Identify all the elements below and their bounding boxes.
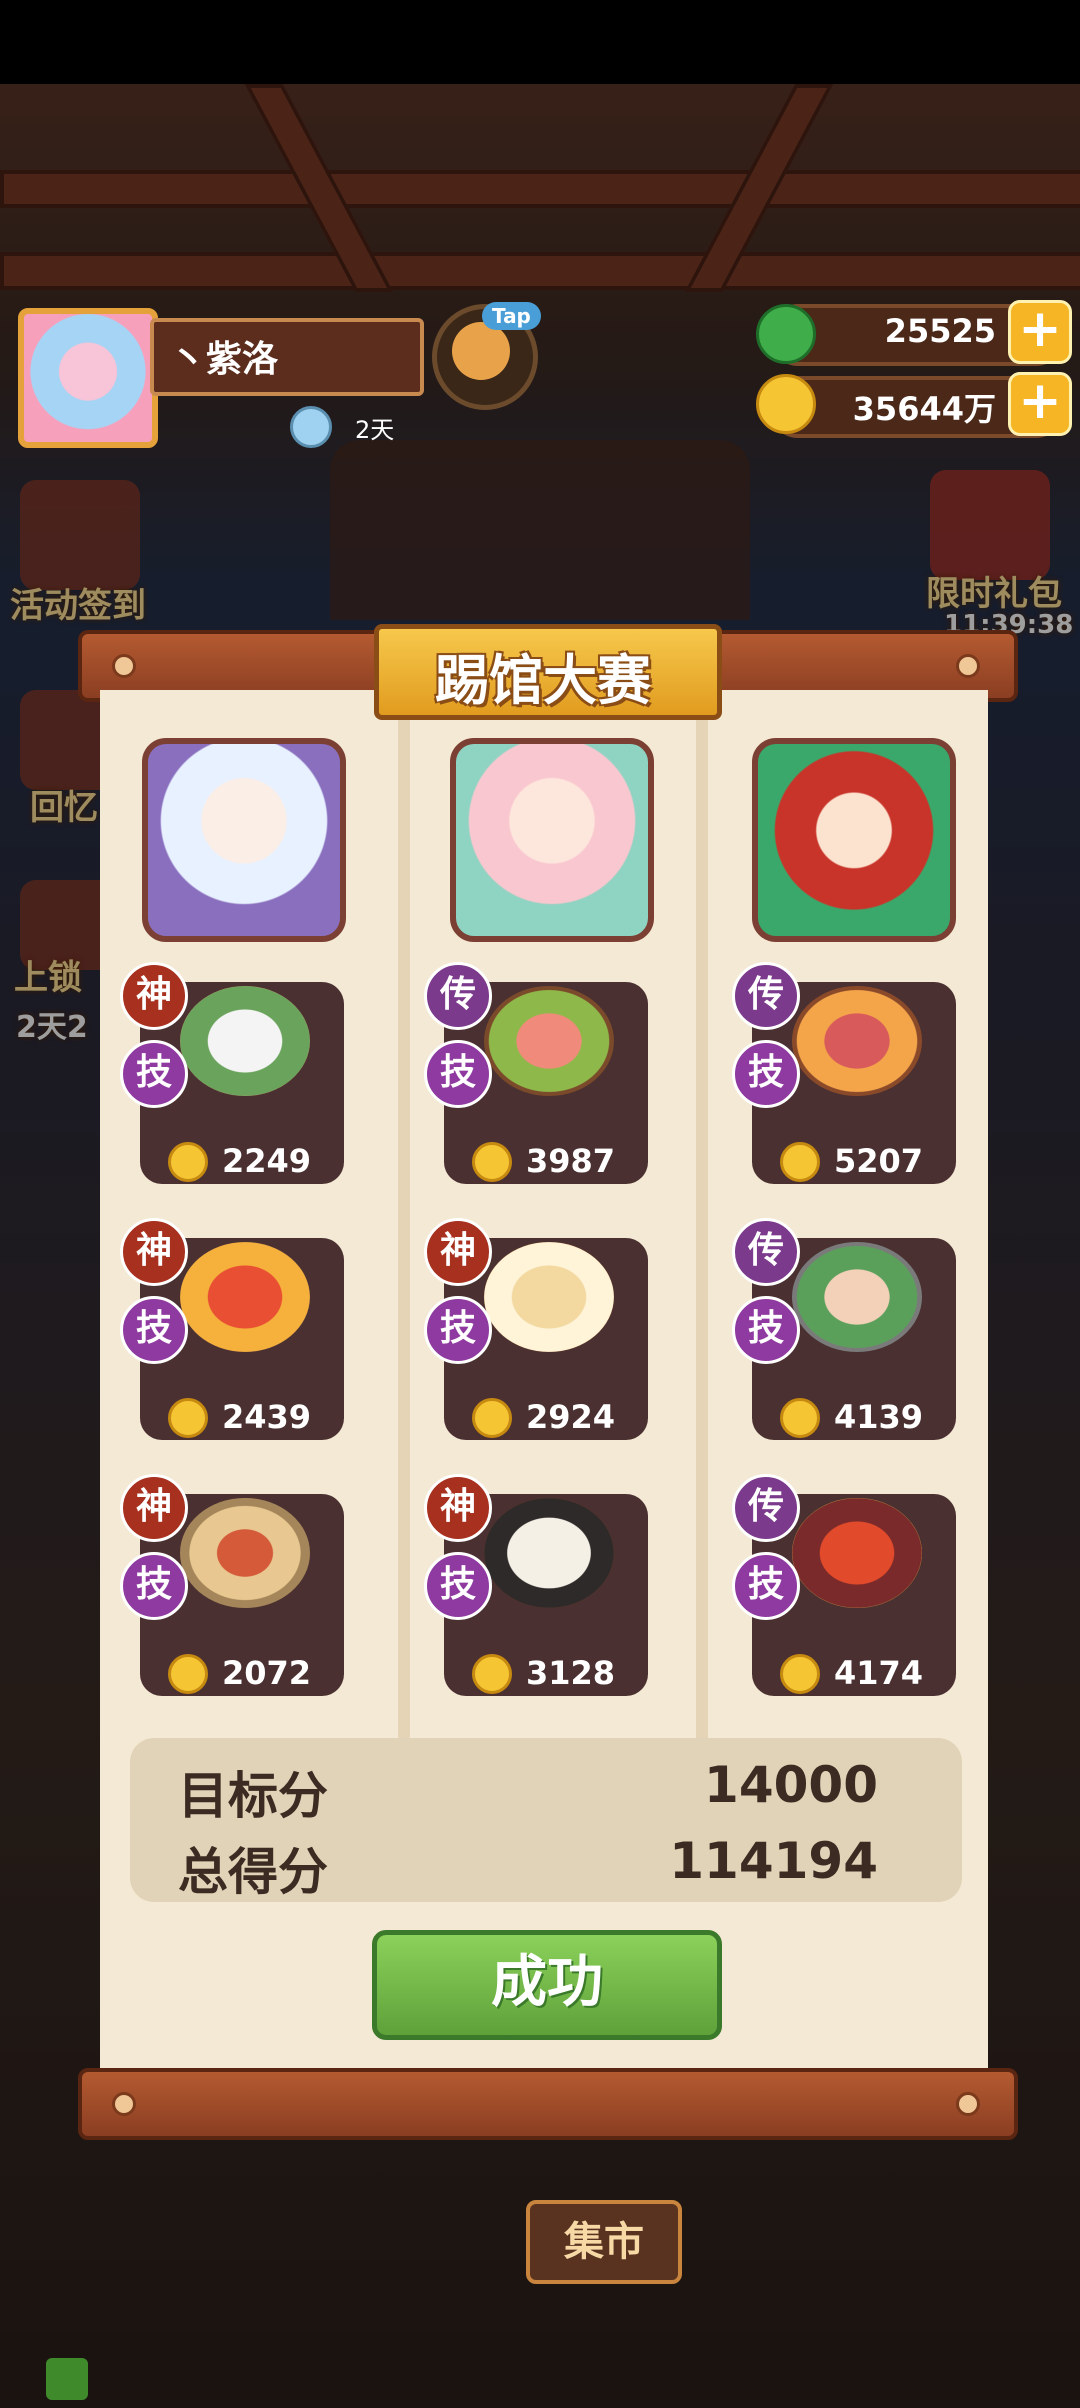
player-name: 丶紫洛 bbox=[170, 339, 279, 380]
skill-badge: 技 bbox=[120, 1552, 188, 1620]
dish-cost: 2249 bbox=[222, 1142, 312, 1180]
coin-icon bbox=[780, 1654, 820, 1694]
dish-image bbox=[484, 1498, 614, 1608]
add-jade-button[interactable]: + bbox=[1008, 300, 1072, 364]
dish-image bbox=[792, 1242, 922, 1352]
rank-badge: 神 bbox=[424, 1218, 492, 1286]
coin-icon bbox=[472, 1142, 512, 1182]
dish-image bbox=[484, 1242, 614, 1352]
rank-badge: 传 bbox=[732, 962, 800, 1030]
dish-cost: 4139 bbox=[834, 1398, 924, 1436]
scroll-knob bbox=[956, 2092, 980, 2116]
skill-badge: 技 bbox=[120, 1040, 188, 1108]
rank-badge: 神 bbox=[120, 962, 188, 1030]
skill-badge: 技 bbox=[732, 1296, 800, 1364]
dish-image bbox=[792, 1498, 922, 1608]
rank-badge: 神 bbox=[424, 1474, 492, 1542]
dish-cost: 2439 bbox=[222, 1398, 312, 1436]
total-score-label: 总得分 bbox=[178, 1843, 328, 1901]
dish-image bbox=[180, 986, 310, 1096]
dish-image bbox=[180, 1498, 310, 1608]
bottom-corner-icon[interactable] bbox=[46, 2358, 88, 2400]
rank-badge: 传 bbox=[732, 1474, 800, 1542]
scroll-bottom-rod bbox=[78, 2068, 1018, 2140]
rank-badge: 传 bbox=[424, 962, 492, 1030]
chef-portrait-1[interactable] bbox=[142, 738, 346, 942]
dish-cost: 4174 bbox=[834, 1654, 924, 1692]
coin-value: 35644万 bbox=[852, 390, 996, 428]
coin-icon bbox=[168, 1142, 208, 1182]
dish-image bbox=[792, 986, 922, 1096]
dish-cost: 5207 bbox=[834, 1142, 924, 1180]
login-days: 2天 bbox=[355, 416, 395, 444]
skill-badge: 技 bbox=[732, 1040, 800, 1108]
clock-icon bbox=[290, 406, 332, 448]
dish-image bbox=[484, 986, 614, 1096]
skill-badge: 技 bbox=[120, 1296, 188, 1364]
skill-badge: 技 bbox=[424, 1040, 492, 1108]
dish-image bbox=[180, 1242, 310, 1352]
coin-icon bbox=[780, 1142, 820, 1182]
scroll-knob bbox=[112, 654, 136, 678]
success-button[interactable]: 成功 bbox=[372, 1930, 722, 2040]
target-score-value: 14000 bbox=[704, 1756, 878, 1814]
jade-value: 25525 bbox=[884, 312, 996, 350]
column-divider bbox=[398, 710, 410, 1740]
add-coin-button[interactable]: + bbox=[1008, 372, 1072, 436]
tap-label: Tap bbox=[482, 302, 541, 330]
status-bar bbox=[0, 0, 1080, 84]
coin-icon bbox=[472, 1654, 512, 1694]
coin-icon bbox=[472, 1398, 512, 1438]
dish-cost: 3128 bbox=[526, 1654, 616, 1692]
scroll-knob bbox=[956, 654, 980, 678]
rank-badge: 传 bbox=[732, 1218, 800, 1286]
rank-badge: 神 bbox=[120, 1218, 188, 1286]
chick-icon bbox=[452, 322, 510, 380]
player-avatar[interactable] bbox=[18, 308, 158, 448]
scroll-knob bbox=[112, 2092, 136, 2116]
chef-portrait-3[interactable] bbox=[752, 738, 956, 942]
column-divider bbox=[696, 710, 708, 1740]
coin-icon bbox=[780, 1398, 820, 1438]
dish-cost: 3987 bbox=[526, 1142, 616, 1180]
total-score-value: 114194 bbox=[669, 1832, 878, 1890]
market-button[interactable]: 集市 bbox=[526, 2200, 682, 2284]
chef-portrait-2[interactable] bbox=[450, 738, 654, 942]
skill-badge: 技 bbox=[732, 1552, 800, 1620]
skill-badge: 技 bbox=[424, 1552, 492, 1620]
panel-title: 踢馆大赛 bbox=[435, 649, 651, 712]
rank-badge: 神 bbox=[120, 1474, 188, 1542]
dish-cost: 2924 bbox=[526, 1398, 616, 1436]
skill-badge: 技 bbox=[424, 1296, 492, 1364]
coin-icon bbox=[168, 1398, 208, 1438]
coin-icon bbox=[168, 1654, 208, 1694]
dish-cost: 2072 bbox=[222, 1654, 312, 1692]
target-score-label: 目标分 bbox=[178, 1767, 328, 1825]
